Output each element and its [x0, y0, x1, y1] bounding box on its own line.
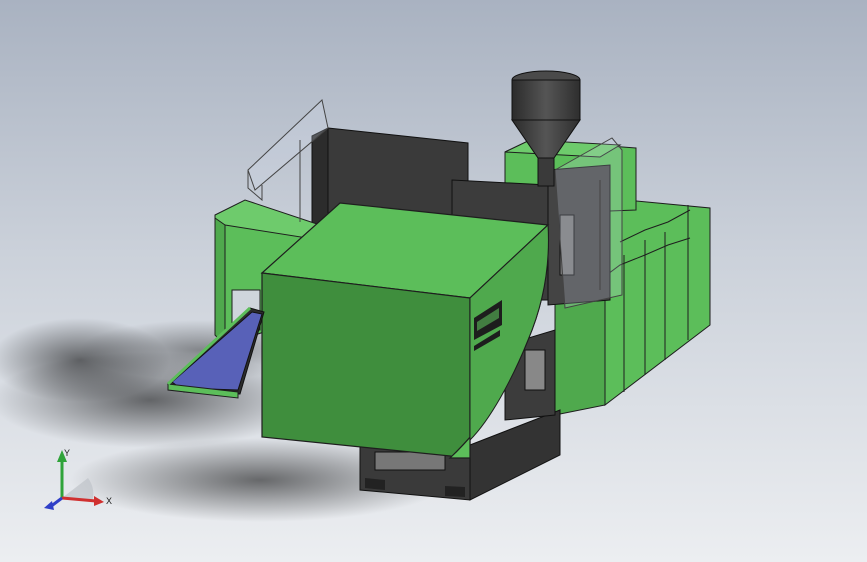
x-axis-label: X [106, 496, 112, 506]
z-axis-arrow [44, 496, 63, 510]
3d-viewport[interactable]: Y X [0, 0, 867, 562]
view-triad[interactable]: Y X [40, 444, 120, 514]
machine-model[interactable] [0, 0, 867, 562]
y-axis-label: Y [64, 448, 70, 458]
